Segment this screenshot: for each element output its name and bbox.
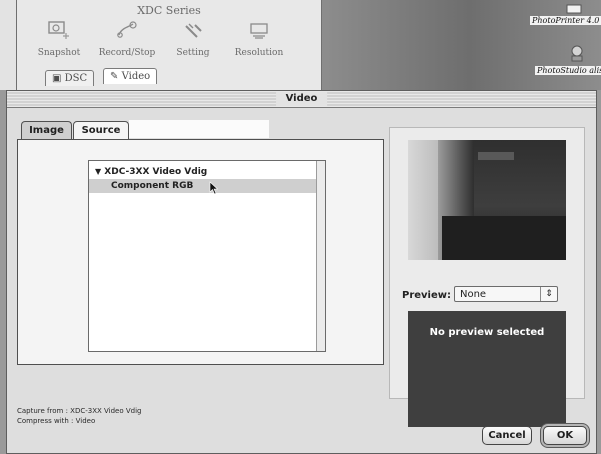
preview-wall [408, 140, 438, 260]
compress-with-text: Compress with : Video [17, 417, 96, 425]
snapshot-label: Snapshot [37, 48, 81, 58]
record-stop-label: Record/Stop [98, 48, 156, 58]
source-list[interactable]: ▼ XDC-3XX Video Vdig Component RGB [88, 160, 326, 352]
preview-select[interactable]: None ⇕ [454, 286, 558, 302]
preview-light [478, 152, 514, 160]
tab-video-background[interactable]: ✎ Video [103, 68, 158, 84]
chevron-updown-icon: ⇕ [540, 287, 557, 301]
preview-dark-floor [442, 216, 566, 260]
camera-icon [48, 21, 69, 39]
snapshot-tool[interactable]: Snapshot [25, 20, 93, 68]
tab-image[interactable]: Image [21, 121, 72, 140]
preview-empty-area: No preview selected [408, 311, 566, 427]
desktop-icon-photostudio[interactable] [568, 44, 586, 66]
dialog-title: Video [275, 92, 328, 106]
dsc-icon: ▣ [52, 73, 62, 84]
dialog-titlebar[interactable]: Video [7, 91, 596, 108]
resolution-label: Resolution [234, 48, 284, 58]
list-item-device[interactable]: ▼ XDC-3XX Video Vdig [89, 165, 322, 179]
preview-panel: Preview: None ⇕ No preview selected [389, 127, 585, 427]
source-tab-panel: ▼ XDC-3XX Video Vdig Component RGB [17, 139, 384, 365]
resolution-tool[interactable]: Resolution [225, 20, 293, 68]
studio-app-icon [571, 45, 583, 62]
cancel-button[interactable]: Cancel [482, 426, 532, 445]
ok-button[interactable]: OK [543, 426, 587, 445]
tab-dsc[interactable]: ▣ DSC [45, 70, 95, 86]
tools-icon [185, 23, 202, 38]
tab-source[interactable]: Source [73, 121, 129, 140]
xdc-window-title: XDC Series [137, 4, 201, 17]
printer-app-icon [566, 4, 582, 14]
resolution-icon [250, 23, 268, 39]
list-scrollbar[interactable] [316, 161, 325, 351]
preview-label: Preview: [402, 290, 452, 301]
tab-strip-highlight [129, 120, 269, 138]
video-icon: ✎ [110, 71, 119, 82]
preview-empty-message: No preview selected [429, 327, 545, 338]
capture-info: Capture from : XDC-3XX Video Vdig Compre… [17, 406, 141, 426]
disclosure-triangle-icon[interactable]: ▼ [95, 167, 101, 176]
setting-tool[interactable]: Setting [159, 20, 227, 68]
mouse-cursor-icon [209, 181, 219, 195]
setting-label: Setting [176, 48, 210, 58]
list-item-component-rgb[interactable]: Component RGB [89, 179, 316, 193]
desktop-icon-label-photoprinter[interactable]: PhotoPrinter 4.0 [530, 16, 601, 25]
desktop-icon-label-photostudio[interactable]: PhotoStudio aliss [535, 66, 601, 75]
record-stop-tool[interactable]: Record/Stop [93, 20, 161, 68]
xdc-series-window: XDC Series Snapshot Record/Stop Setting … [16, 0, 322, 93]
record-icon [117, 21, 137, 38]
video-preview-image [408, 140, 566, 260]
video-dialog: Video Image Source ▼ XDC-3XX Video Vdig … [6, 90, 597, 454]
capture-from-text: Capture from : XDC-3XX Video Vdig [17, 407, 142, 415]
